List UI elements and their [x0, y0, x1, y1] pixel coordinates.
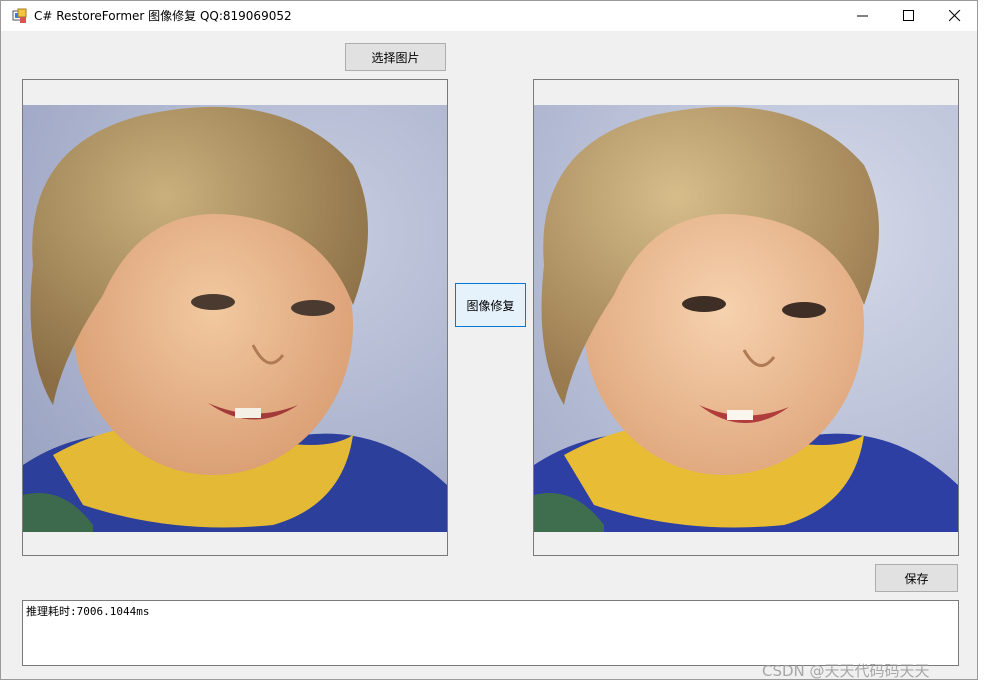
- close-button[interactable]: [932, 1, 978, 31]
- minimize-button[interactable]: [840, 1, 886, 31]
- original-image: [23, 105, 447, 532]
- watermark: CSDN @天天代码码天天: [762, 662, 930, 680]
- maximize-icon: [903, 10, 914, 21]
- restored-image: [534, 105, 958, 532]
- app-icon: [12, 8, 27, 23]
- restored-image-box: [533, 79, 959, 556]
- title-bar[interactable]: C# RestoreFormer 图像修复 QQ:819069052: [1, 1, 977, 31]
- log-textbox[interactable]: 推理耗时:7006.1044ms: [22, 600, 959, 666]
- select-image-button[interactable]: 选择图片: [345, 43, 446, 71]
- app-window: C# RestoreFormer 图像修复 QQ:819069052 选择图片: [0, 0, 978, 680]
- minimize-icon: [857, 15, 868, 17]
- save-button[interactable]: 保存: [875, 564, 958, 592]
- log-text: 推理耗时:7006.1044ms: [26, 605, 150, 618]
- maximize-button[interactable]: [886, 1, 932, 31]
- restore-button[interactable]: 图像修复: [455, 283, 526, 327]
- window-title: C# RestoreFormer 图像修复 QQ:819069052: [34, 9, 292, 23]
- original-image-box: [22, 79, 448, 556]
- close-icon: [949, 10, 961, 22]
